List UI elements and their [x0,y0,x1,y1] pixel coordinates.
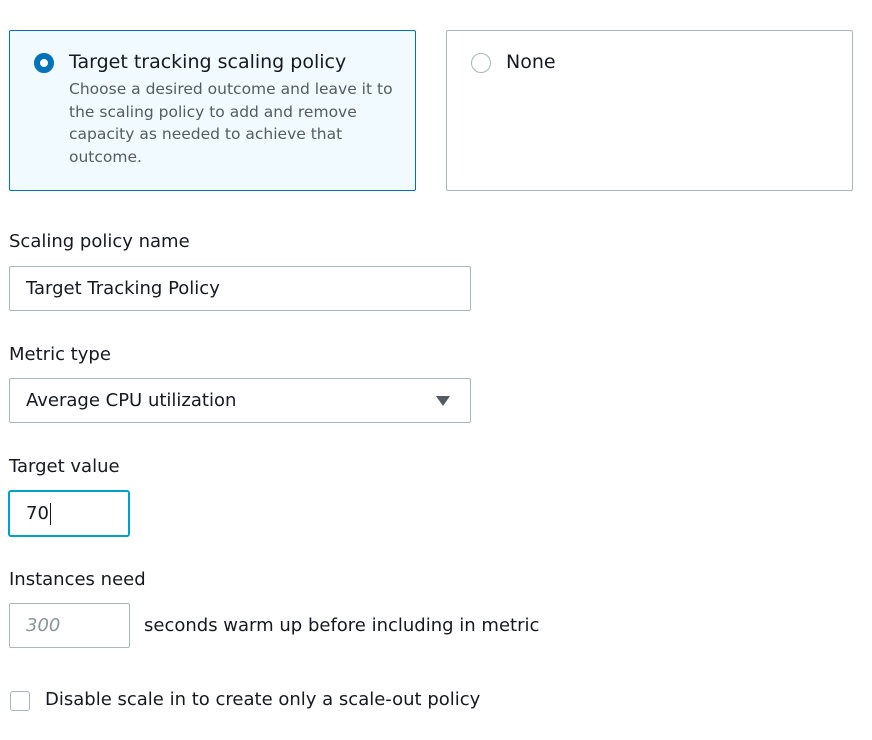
disable-scale-in-label[interactable]: Disable scale in to create only a scale-… [45,688,480,712]
caret-down-icon [436,396,450,406]
target-value-label: Target value [9,456,120,477]
warmup-seconds-input[interactable]: 300 [9,603,130,648]
text-cursor [49,502,51,525]
target-tracking-title: Target tracking scaling policy [69,51,347,73]
disable-scale-in-checkbox[interactable] [10,691,30,711]
target-tracking-description: Choose a desired outcome and leave it to… [69,80,393,166]
policy-name-label: Scaling policy name [9,231,190,252]
target-tracking-radio[interactable] [34,53,54,73]
target-value-input[interactable]: 70 [8,490,130,537]
warmup-suffix-text: seconds warm up before including in metr… [144,615,540,636]
warmup-label: Instances need [9,569,146,590]
warmup-placeholder: 300 [26,615,61,636]
metric-type-label: Metric type [9,344,111,365]
none-option-tile[interactable]: None [446,30,853,191]
target-tracking-option-tile[interactable]: Target tracking scaling policy Choose a … [9,30,416,191]
metric-type-select[interactable]: Average CPU utilization [9,378,471,423]
none-radio[interactable] [471,53,491,73]
target-value-value: 70 [26,503,49,524]
policy-name-input[interactable]: Target Tracking Policy [9,266,471,311]
metric-type-value: Average CPU utilization [26,390,237,411]
none-title: None [506,51,556,73]
policy-name-value: Target Tracking Policy [26,278,220,299]
